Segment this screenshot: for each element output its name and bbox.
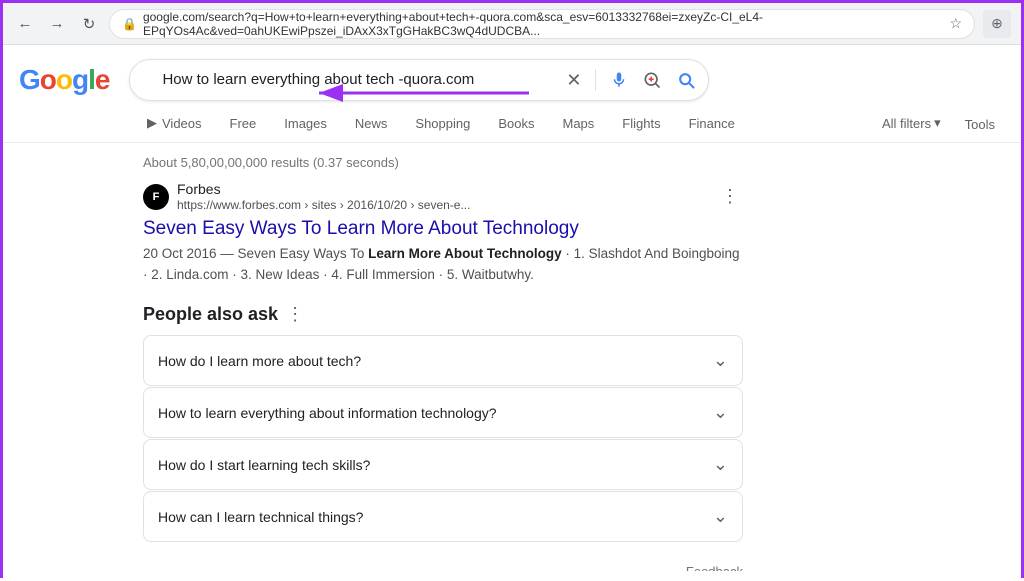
tab-videos[interactable]: ▶ Videos <box>133 107 216 142</box>
paa-title: People also ask <box>143 304 278 325</box>
lock-icon: 🔒 <box>122 17 137 31</box>
refresh-button[interactable]: ↻ <box>77 12 101 36</box>
address-bar[interactable]: 🔒 google.com/search?q=How+to+learn+every… <box>109 9 975 39</box>
logo-g: G <box>19 64 40 95</box>
search-bar[interactable]: How to learn everything about tech -quor… <box>129 59 709 101</box>
clear-button[interactable]: ✕ <box>562 66 585 95</box>
results-count: About 5,80,00,00,000 results (0.37 secon… <box>143 149 1021 180</box>
tab-flights[interactable]: Flights <box>608 108 674 142</box>
tab-news[interactable]: News <box>341 108 402 142</box>
extensions-area: ⊕ <box>983 10 1011 38</box>
search-tabs-right: All filters ▾ Tools <box>872 107 1021 142</box>
browser-chrome: ← → ↻ 🔒 google.com/search?q=How+to+learn… <box>3 3 1021 45</box>
paa-question-3: How can I learn technical things? <box>158 509 363 525</box>
tab-free[interactable]: Free <box>216 108 271 142</box>
bookmark-icon[interactable]: ☆ <box>949 15 962 32</box>
result-url: https://www.forbes.com › sites › 2016/10… <box>177 198 709 214</box>
divider <box>595 69 596 91</box>
voice-search-button[interactable] <box>606 67 632 93</box>
tab-maps[interactable]: Maps <box>549 108 609 142</box>
paa-item-3[interactable]: How can I learn technical things? ⌄ <box>143 491 743 542</box>
google-logo: Google <box>19 64 109 96</box>
tab-shopping[interactable]: Shopping <box>401 108 484 142</box>
paa-item-2[interactable]: How do I start learning tech skills? ⌄ <box>143 439 743 490</box>
logo-l: l <box>88 64 95 95</box>
paa-header: People also ask ⋮ <box>143 304 743 325</box>
dropdown-icon: ▾ <box>934 115 941 131</box>
search-tabs: ▶ Videos Free Images News Shopping Books… <box>3 101 1021 143</box>
result-title[interactable]: Seven Easy Ways To Learn More About Tech… <box>143 217 743 242</box>
search-bar-icons: ✕ <box>562 66 700 95</box>
search-icon <box>676 70 696 90</box>
feedback-link[interactable]: Feedback <box>143 560 743 571</box>
paa-more-button[interactable]: ⋮ <box>286 304 304 325</box>
paa-chevron-0: ⌄ <box>713 350 728 371</box>
image-search-button[interactable] <box>638 66 666 94</box>
paa-chevron-1: ⌄ <box>713 402 728 423</box>
result-item: F Forbes https://www.forbes.com › sites … <box>143 180 743 286</box>
extension-icon-1[interactable]: ⊕ <box>983 10 1011 38</box>
result-snippet: 20 Oct 2016 — Seven Easy Ways To Learn M… <box>143 244 743 286</box>
logo-o2: o <box>56 64 72 95</box>
tab-finance[interactable]: Finance <box>675 108 749 142</box>
lens-icon <box>642 70 662 90</box>
back-button[interactable]: ← <box>13 12 37 36</box>
google-page: Google How to learn everything about tec… <box>3 45 1021 581</box>
results-area: About 5,80,00,00,000 results (0.37 secon… <box>3 143 1021 571</box>
tab-images[interactable]: Images <box>270 108 341 142</box>
paa-question-0: How do I learn more about tech? <box>158 353 361 369</box>
result-site-name: Forbes <box>177 180 709 198</box>
result-more-button[interactable]: ⋮ <box>717 184 743 209</box>
google-header: Google How to learn everything about tec… <box>3 45 1021 101</box>
mic-icon <box>610 71 628 89</box>
paa-item-0[interactable]: How do I learn more about tech? ⌄ <box>143 335 743 386</box>
paa-chevron-2: ⌄ <box>713 454 728 475</box>
result-source: F Forbes https://www.forbes.com › sites … <box>143 180 743 214</box>
search-bar-container: How to learn everything about tech -quor… <box>129 59 709 101</box>
logo-e: e <box>95 64 110 95</box>
paa-item-1[interactable]: How to learn everything about informatio… <box>143 387 743 438</box>
paa-chevron-3: ⌄ <box>713 506 728 527</box>
people-also-ask-section: People also ask ⋮ How do I learn more ab… <box>143 304 743 542</box>
videos-icon: ▶ <box>147 115 157 131</box>
url-text: google.com/search?q=How+to+learn+everyth… <box>143 10 943 38</box>
paa-question-1: How to learn everything about informatio… <box>158 405 497 421</box>
tools-button[interactable]: Tools <box>955 109 1005 140</box>
forward-button[interactable]: → <box>45 12 69 36</box>
all-filters-button[interactable]: All filters ▾ <box>872 107 951 142</box>
tab-books[interactable]: Books <box>484 108 548 142</box>
logo-g2: g <box>72 64 88 95</box>
result-source-info: Forbes https://www.forbes.com › sites › … <box>177 180 709 214</box>
logo-o1: o <box>40 64 56 95</box>
result-favicon-forbes: F <box>143 184 169 210</box>
paa-question-2: How do I start learning tech skills? <box>158 457 370 473</box>
search-submit-button[interactable] <box>672 66 700 94</box>
clear-icon: ✕ <box>566 70 581 91</box>
